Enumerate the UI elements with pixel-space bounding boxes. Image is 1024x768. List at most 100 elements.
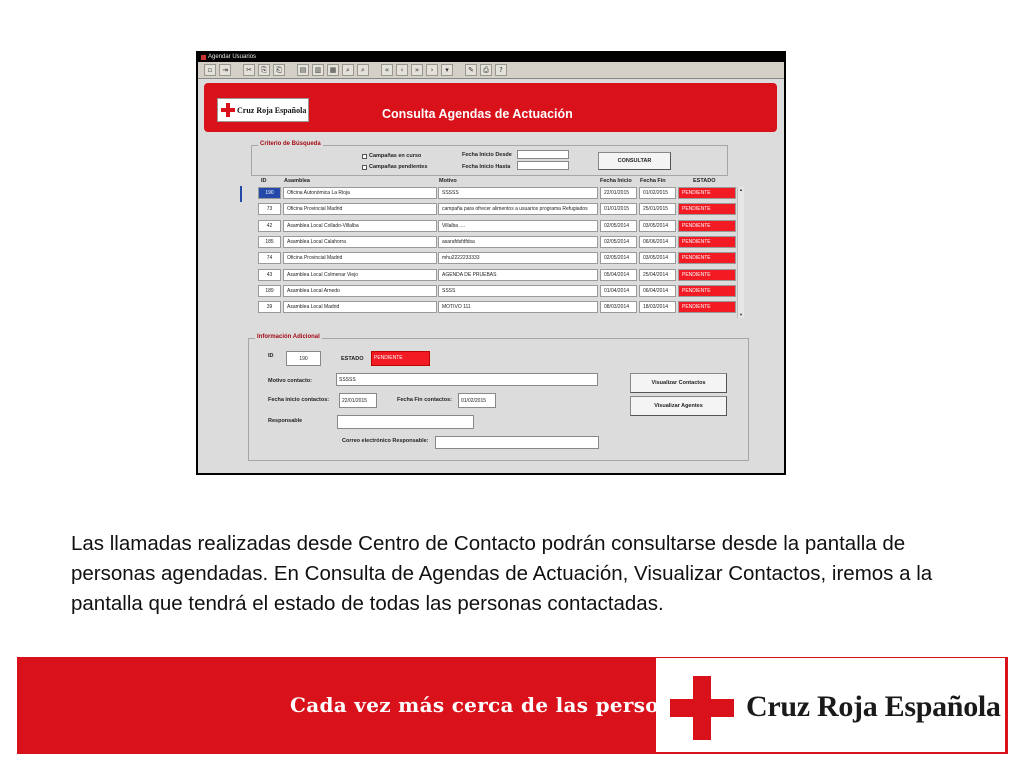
cell-fin[interactable]: 25/04/2014: [639, 268, 676, 281]
correo-responsable-label: Correo electrónico Responsable:: [342, 438, 429, 444]
clear-record-icon[interactable]: ▦: [327, 64, 339, 76]
execute-query-icon[interactable]: ⌕: [357, 64, 369, 76]
cell-id[interactable]: 42: [258, 219, 281, 232]
header-logo-text: Cruz Roja Española: [237, 105, 307, 115]
cut-icon[interactable]: ✂: [243, 64, 255, 76]
consult-button[interactable]: CONSULTAR: [598, 152, 671, 170]
cell-motivo[interactable]: AGENDA DE PRUEBAS: [438, 268, 598, 281]
cell-fin[interactable]: 01/02/2015: [639, 187, 676, 199]
cell-asamblea[interactable]: Oficina Autonómica La Rioja: [283, 187, 437, 199]
cell-id[interactable]: 185: [258, 235, 281, 248]
active-campaigns-label: Campañas en curso: [369, 153, 422, 159]
window-icon: [201, 55, 206, 60]
cell-asamblea[interactable]: Asamblea Local Calahorra: [283, 235, 437, 248]
cell-id[interactable]: 39: [258, 301, 281, 314]
cell-estado: PENDIENTE: [678, 235, 736, 248]
print-icon[interactable]: ⎙: [480, 64, 492, 76]
cruz-roja-logo: Cruz Roja Española: [656, 658, 1005, 752]
view-contacts-button[interactable]: Visualizar Contactos: [630, 373, 727, 393]
cell-asamblea[interactable]: Asamblea Local Madrid: [283, 301, 437, 314]
date-to-label: Fecha Inicio Hasta: [462, 164, 511, 170]
cell-asamblea[interactable]: Asamblea Local Arnedo: [283, 284, 437, 297]
save-icon[interactable]: ▫: [204, 64, 216, 76]
cell-estado: PENDIENTE: [678, 284, 736, 297]
cell-asamblea[interactable]: Asamblea Local Collado-Villalba: [283, 219, 437, 232]
cell-inicio[interactable]: 22/01/2015: [600, 187, 637, 199]
date-from-field[interactable]: [517, 150, 569, 159]
cell-motivo[interactable]: campaña para ofrecer alimentos a usuario…: [438, 203, 598, 216]
header-logo: Cruz Roja Española: [217, 98, 309, 122]
results-scrollbar[interactable]: ▲ ▼: [737, 187, 744, 318]
red-cross-icon: [221, 103, 235, 117]
info-id-label: ID: [268, 353, 274, 359]
exit-icon[interactable]: ⇥: [219, 64, 231, 76]
cell-motivo[interactable]: mhu2222233333: [438, 252, 598, 265]
cell-inicio[interactable]: 08/03/2014: [600, 301, 637, 314]
fecha-inicio-contactos-label: Fecha inicio contactos:: [268, 397, 330, 403]
view-agents-button[interactable]: Visualizar Agentes: [630, 396, 727, 416]
cell-inicio[interactable]: 05/04/2014: [600, 268, 637, 281]
window-title: Agendar Usuarios: [208, 54, 257, 60]
cell-motivo[interactable]: MOTIVO 111: [438, 301, 598, 314]
scroll-up-icon[interactable]: ▲: [738, 187, 744, 193]
search-criteria-legend: Criterio de Búsqueda: [258, 141, 323, 147]
cell-id[interactable]: 190: [258, 187, 281, 199]
pending-campaigns-label: Campañas pendientes: [369, 164, 428, 170]
correo-responsable-field[interactable]: [435, 436, 599, 449]
cell-inicio[interactable]: 01/01/2015: [600, 203, 637, 216]
cell-asamblea[interactable]: Oficina Provincial Madrid: [283, 252, 437, 265]
active-campaigns-checkbox[interactable]: [362, 154, 367, 159]
scroll-down-icon[interactable]: ▼: [738, 312, 744, 318]
cell-inicio[interactable]: 02/05/2014: [600, 219, 637, 232]
cell-fin[interactable]: 18/03/2014: [639, 301, 676, 314]
cell-fin[interactable]: 03/05/2014: [639, 252, 676, 265]
motivo-contacto-label: Motivo contacto:: [268, 378, 312, 384]
responsable-label: Responsable: [268, 418, 303, 424]
cell-motivo[interactable]: SSSS: [438, 284, 598, 297]
cell-inicio[interactable]: 01/04/2014: [600, 284, 637, 297]
fecha-inicio-contactos-field[interactable]: 22/01/2015: [339, 393, 377, 408]
motivo-contacto-field[interactable]: SSSSS: [336, 373, 598, 386]
cell-fin[interactable]: 03/05/2014: [639, 219, 676, 232]
cell-id[interactable]: 189: [258, 284, 281, 297]
col-header-estado: ESTADO: [693, 178, 716, 184]
list-icon[interactable]: ▾: [441, 64, 453, 76]
cell-motivo[interactable]: SSSSS: [438, 187, 598, 199]
cell-motivo[interactable]: Villalba ....: [438, 219, 598, 232]
cell-id[interactable]: 73: [258, 203, 281, 216]
footer-banner: Cada vez más cerca de las personas Cruz …: [17, 657, 1008, 754]
last-record-icon[interactable]: ›: [426, 64, 438, 76]
cell-estado: PENDIENTE: [678, 252, 736, 265]
cell-fin[interactable]: 06/04/2014: [639, 284, 676, 297]
fecha-fin-contactos-field[interactable]: 01/02/2015: [458, 393, 496, 408]
cell-id[interactable]: 74: [258, 252, 281, 265]
pending-campaigns-checkbox[interactable]: [362, 165, 367, 170]
cell-fin[interactable]: 06/06/2014: [639, 235, 676, 248]
first-record-icon[interactable]: «: [381, 64, 393, 76]
delete-record-icon[interactable]: ▥: [312, 64, 324, 76]
insert-record-icon[interactable]: ▤: [297, 64, 309, 76]
info-estado-field: PENDIENTE: [371, 351, 430, 366]
toolbar: ▫ ⇥ ✂ ⎘ ⎗ ▤ ▥ ▦ ⌕ ⌕ «‹» › ▾ ✎ ⎙?: [198, 62, 784, 79]
cell-asamblea[interactable]: Asamblea Local Colmenar Viejo: [283, 268, 437, 281]
copy-icon[interactable]: ⎘: [258, 64, 270, 76]
cell-fin[interactable]: 25/01/2015: [639, 203, 676, 216]
current-row-indicator: [240, 186, 242, 202]
additional-info-legend: Información Adicional: [255, 334, 322, 340]
cell-asamblea[interactable]: Oficina Provincial Madrid: [283, 203, 437, 216]
cell-inicio[interactable]: 02/05/2014: [600, 235, 637, 248]
query-icon[interactable]: ⌕: [342, 64, 354, 76]
help-icon[interactable]: ?: [495, 64, 507, 76]
paste-icon[interactable]: ⎗: [273, 64, 285, 76]
col-header-motivo: Motivo: [439, 178, 457, 184]
info-id-field[interactable]: 190: [286, 351, 321, 366]
date-to-field[interactable]: [517, 161, 569, 170]
next-record-icon[interactable]: »: [411, 64, 423, 76]
cell-motivo[interactable]: asarafdsfdfdsa: [438, 235, 598, 248]
responsable-field[interactable]: [337, 415, 474, 429]
previous-record-icon[interactable]: ‹: [396, 64, 408, 76]
edit-icon[interactable]: ✎: [465, 64, 477, 76]
cell-inicio[interactable]: 02/05/2014: [600, 252, 637, 265]
col-header-asamblea: Asamblea: [284, 178, 310, 184]
cell-id[interactable]: 43: [258, 268, 281, 281]
